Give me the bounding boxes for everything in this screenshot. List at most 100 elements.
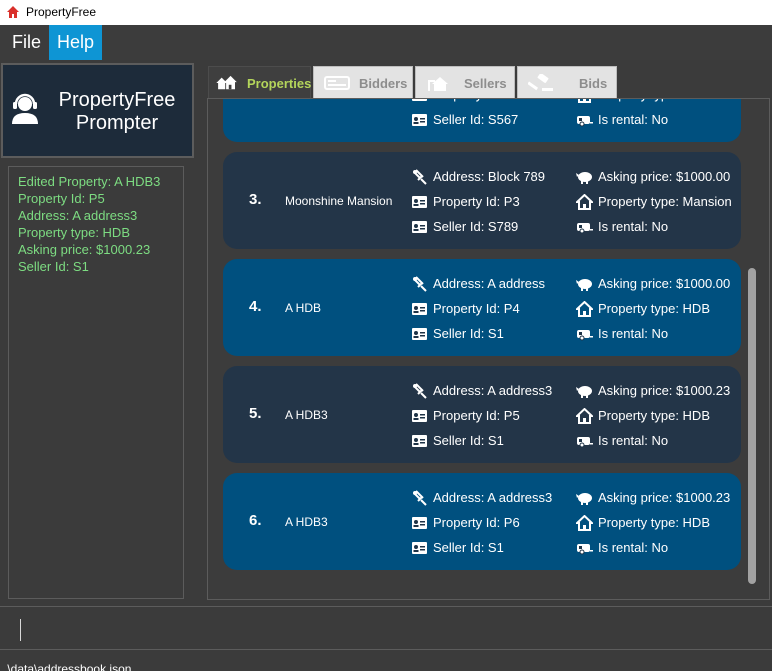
property-name: A HDB xyxy=(285,301,322,315)
tab-bids[interactable]: Bids xyxy=(517,66,617,98)
map-pin-icon xyxy=(413,276,427,292)
property-name: A HDB3 xyxy=(285,515,328,529)
piggy-bank-icon xyxy=(576,279,592,291)
menu-bar: File Help xyxy=(0,25,772,60)
brand-banner: PropertyFree Prompter xyxy=(1,63,194,158)
property-name: A HDB3 xyxy=(285,408,328,422)
id-card-icon xyxy=(324,76,350,90)
id-badge-icon xyxy=(412,114,427,126)
property-id-text: Property Id: P4 xyxy=(433,301,520,316)
piggy-bank-icon xyxy=(576,386,592,398)
property-card[interactable]: 2. Sundown HDB Property Id: P2 Property typ… xyxy=(223,99,741,142)
menu-help[interactable]: Help xyxy=(49,25,103,60)
house-icon xyxy=(576,194,593,210)
property-type-text: Property type: Mansion xyxy=(598,194,732,209)
id-card-icon xyxy=(412,410,427,422)
tab-bidders-label: Bidders xyxy=(359,76,408,91)
piggy-bank-icon xyxy=(576,172,592,184)
id-badge-icon xyxy=(412,542,427,554)
piggy-bank-icon xyxy=(576,493,592,505)
houses-icon xyxy=(216,75,237,90)
property-index: 4. xyxy=(249,298,262,315)
tab-sellers-label: Sellers xyxy=(464,76,507,91)
house-icon xyxy=(576,408,593,424)
result-display[interactable]: Edited Property: A HDB3 Property Id: P5 … xyxy=(8,166,184,599)
property-address-text: Address: A address3 xyxy=(433,383,553,398)
result-line: Property Id: P5 xyxy=(18,191,105,206)
property-is-rental-text: Is rental: No xyxy=(598,112,669,127)
property-card[interactable]: 6. A HDB3 Address: A address3 Asking price:… xyxy=(223,473,741,570)
property-list-panel[interactable]: 2. Sundown HDB Property Id: P2 Property typ… xyxy=(207,98,770,600)
property-id-text: Property Id: P3 xyxy=(433,194,520,209)
property-index: 6. xyxy=(249,512,262,529)
house-icon xyxy=(576,515,593,531)
caravan-icon xyxy=(577,116,593,127)
brand-line-2: Prompter xyxy=(75,112,159,134)
tab-bids-label: Bids xyxy=(579,76,608,91)
house-icon xyxy=(576,301,593,317)
property-address-text: Address: Block 789 xyxy=(433,169,546,184)
result-line: Property type: HDB xyxy=(18,225,130,240)
property-asking-price-text: Asking price: $1000.00 xyxy=(598,169,731,184)
text-caret xyxy=(20,619,21,641)
property-type-text: Property type: HDB xyxy=(598,515,710,530)
property-index: 3. xyxy=(249,191,262,208)
property-asking-price-text: Asking price: $1000.00 xyxy=(598,276,731,291)
property-asking-price-text: Asking price: $1000.23 xyxy=(598,490,731,505)
tab-properties-label: Properties xyxy=(247,76,312,91)
property-index: 5. xyxy=(249,405,262,422)
result-line: Asking price: $1000.23 xyxy=(18,242,151,257)
property-list: 2. Sundown HDB Property Id: P2 Property typ… xyxy=(223,99,741,580)
property-is-rental-text: Is rental: No xyxy=(598,433,669,448)
id-card-icon xyxy=(412,196,427,208)
property-type-text: Property type: HDB xyxy=(598,99,710,103)
property-seller-id-text: Seller Id: S1 xyxy=(433,433,504,448)
tab-bidders[interactable]: Bidders xyxy=(313,66,413,98)
app-house-icon xyxy=(7,6,19,18)
property-seller-id-text: Seller Id: S567 xyxy=(433,112,519,127)
property-card[interactable]: 3. Moonshine Mansion Address: Block 789 Ask… xyxy=(223,152,741,249)
property-type-text: Property type: HDB xyxy=(598,408,710,423)
property-index: 2. xyxy=(249,99,262,101)
map-pin-icon xyxy=(413,490,427,506)
title-bar: PropertyFree xyxy=(0,0,772,25)
property-card[interactable]: 5. A HDB3 Address: A address3 Asking price:… xyxy=(223,366,741,463)
menu-file[interactable]: File xyxy=(4,25,49,60)
property-seller-id-text: Seller Id: S1 xyxy=(433,540,504,555)
property-is-rental-text: Is rental: No xyxy=(598,219,669,234)
id-badge-icon xyxy=(412,435,427,447)
prompter-headset-icon xyxy=(12,93,38,124)
id-card-icon xyxy=(412,99,427,101)
save-file-path: .\data\addressbook.json xyxy=(4,662,132,671)
brand-title: PropertyFree Prompter xyxy=(41,89,193,135)
list-scrollbar[interactable] xyxy=(748,268,756,584)
property-name: Sundown HDB xyxy=(285,99,364,101)
tab-sellers[interactable]: Sellers xyxy=(415,66,515,98)
property-asking-price-text: Asking price: $1000.23 xyxy=(598,383,731,398)
property-is-rental-text: Is rental: No xyxy=(598,326,669,341)
property-id-text: Property Id: P6 xyxy=(433,515,520,530)
property-id-text: Property Id: P5 xyxy=(433,408,520,423)
result-line: Address: A address3 xyxy=(18,208,138,223)
tab-properties[interactable]: Properties xyxy=(208,66,311,98)
result-line: Edited Property: A HDB3 xyxy=(18,174,161,189)
map-pin-icon xyxy=(413,383,427,399)
caravan-icon xyxy=(577,437,593,448)
window-title: PropertyFree xyxy=(26,5,97,19)
map-pin-icon xyxy=(413,169,427,185)
gavel-icon xyxy=(528,74,553,91)
property-seller-id-text: Seller Id: S1 xyxy=(433,326,504,341)
property-is-rental-text: Is rental: No xyxy=(598,540,669,555)
property-card[interactable]: 4. A HDB Address: A address Asking price: $… xyxy=(223,259,741,356)
id-card-icon xyxy=(412,303,427,315)
caravan-icon xyxy=(577,223,593,234)
brand-line-1: PropertyFree xyxy=(58,89,176,111)
property-seller-id-text: Seller Id: S789 xyxy=(433,219,519,234)
property-address-text: Address: A address xyxy=(433,276,546,291)
property-type-text: Property type: HDB xyxy=(598,301,710,316)
command-input[interactable] xyxy=(0,606,772,650)
id-card-icon xyxy=(412,517,427,529)
house-icon xyxy=(578,99,591,103)
house-sale-icon xyxy=(428,77,448,91)
caravan-icon xyxy=(577,544,593,555)
